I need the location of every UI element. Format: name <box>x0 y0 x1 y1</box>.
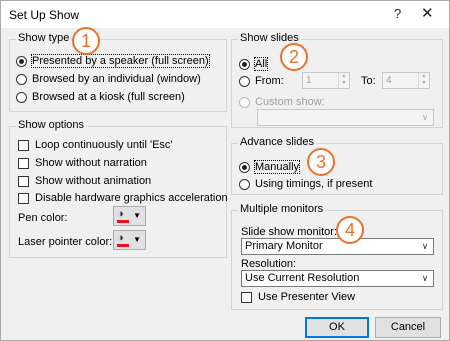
check-without-animation-label: Show without animation <box>35 175 152 188</box>
chevron-down-icon: ▼ <box>133 235 141 244</box>
radio-from-slides-label: From: <box>255 75 284 88</box>
check-loop-continuously-label: Loop continuously until 'Esc' <box>35 139 173 152</box>
check-use-presenter-view-box[interactable] <box>241 291 252 303</box>
radio-manually[interactable]: Manually <box>239 160 301 175</box>
radio-all-slides-label: All <box>253 57 269 72</box>
show-type-label: Show type <box>16 32 72 44</box>
radio-custom-show-label: Custom show: <box>255 96 325 109</box>
check-disable-hw-acceleration-label: Disable hardware graphics acceleration <box>35 192 228 205</box>
chevron-down-icon: ▼ <box>133 211 141 220</box>
close-button[interactable]: ✕ <box>421 4 434 22</box>
paint-bucket-icon: ◑ <box>117 232 124 244</box>
title-bar: Set Up Show ? ✕ <box>1 1 449 28</box>
radio-presented-by-speaker-indicator[interactable] <box>16 55 27 67</box>
check-without-narration-label: Show without narration <box>35 157 147 170</box>
annotation-badge-1: 1 <box>72 27 100 55</box>
radio-manually-label: Manually <box>253 160 301 175</box>
from-slide-value: 1 <box>306 75 312 86</box>
annotation-badge-3: 3 <box>307 148 335 176</box>
resolution-dropdown[interactable]: Use Current Resolution ∨ <box>241 270 434 287</box>
radio-presented-by-speaker[interactable]: Presented by a speaker (full screen) <box>16 54 210 69</box>
set-up-show-dialog: Set Up Show ? ✕ Show type Presented by a… <box>0 0 450 341</box>
radio-browsed-by-individual-label: Browsed by an individual (window) <box>32 73 201 86</box>
check-loop-continuously[interactable]: Loop continuously until 'Esc' <box>18 139 173 151</box>
pen-color-label: Pen color: <box>18 212 68 224</box>
advance-slides-label: Advance slides <box>238 136 316 148</box>
check-disable-hw-acceleration[interactable]: Disable hardware graphics acceleration <box>18 192 228 204</box>
check-without-narration-box[interactable] <box>18 157 29 169</box>
spinner-arrows-icon[interactable]: ▲ ▼ <box>418 73 429 88</box>
radio-all-slides-indicator[interactable] <box>239 58 250 70</box>
radio-browsed-by-individual-indicator[interactable] <box>16 73 27 85</box>
chevron-down-icon: ∨ <box>421 241 429 251</box>
pen-color-button[interactable]: ◑ ▼ <box>113 206 146 226</box>
radio-using-timings-indicator[interactable] <box>239 178 250 190</box>
show-options-label: Show options <box>16 119 87 131</box>
paint-bucket-icon: ◑ <box>117 208 124 220</box>
pen-color-swatch <box>117 220 129 223</box>
check-loop-continuously-box[interactable] <box>18 139 29 151</box>
laser-pointer-color-button[interactable]: ◑ ▼ <box>113 230 146 250</box>
help-button[interactable]: ? <box>394 6 401 21</box>
spinner-arrows-icon[interactable]: ▲ ▼ <box>338 73 349 88</box>
chevron-down-icon: ∨ <box>421 112 429 122</box>
check-disable-hw-acceleration-box[interactable] <box>18 192 29 204</box>
resolution-label: Resolution: <box>241 258 297 270</box>
slide-show-monitor-label: Slide show monitor: <box>241 226 337 238</box>
custom-show-dropdown[interactable]: ∨ <box>257 109 434 126</box>
resolution-value: Use Current Resolution <box>245 272 360 284</box>
to-slide-label: To: <box>361 75 376 87</box>
radio-manually-indicator[interactable] <box>239 161 250 173</box>
check-without-animation[interactable]: Show without animation <box>18 175 151 187</box>
slide-show-monitor-dropdown[interactable]: Primary Monitor ∨ <box>241 238 434 255</box>
check-without-narration[interactable]: Show without narration <box>18 157 147 169</box>
dialog-title: Set Up Show <box>9 8 80 22</box>
radio-all-slides[interactable]: All <box>239 57 269 72</box>
ok-button[interactable]: OK <box>305 317 369 338</box>
from-slide-spinner[interactable]: 1 ▲ ▼ <box>302 72 350 89</box>
radio-using-timings[interactable]: Using timings, if present <box>239 178 372 190</box>
slide-show-monitor-value: Primary Monitor <box>245 240 323 252</box>
to-slide-spinner[interactable]: 4 ▲ ▼ <box>382 72 430 89</box>
chevron-down-icon: ∨ <box>421 273 429 283</box>
radio-from-slides[interactable]: From: <box>239 75 284 87</box>
check-use-presenter-view-label: Use Presenter View <box>258 291 356 304</box>
radio-using-timings-label: Using timings, if present <box>255 178 373 191</box>
laser-pointer-color-label: Laser pointer color: <box>18 236 113 248</box>
annotation-badge-4: 4 <box>336 216 364 244</box>
radio-browsed-at-kiosk-label: Browsed at a kiosk (full screen) <box>32 91 185 104</box>
to-slide-value: 4 <box>386 75 392 86</box>
cancel-button[interactable]: Cancel <box>375 317 441 338</box>
radio-browsed-at-kiosk[interactable]: Browsed at a kiosk (full screen) <box>16 91 185 103</box>
radio-presented-by-speaker-label: Presented by a speaker (full screen) <box>31 54 210 69</box>
multiple-monitors-label: Multiple monitors <box>238 203 326 215</box>
radio-custom-show[interactable]: Custom show: <box>239 96 325 108</box>
check-without-animation-box[interactable] <box>18 175 29 187</box>
radio-from-slides-indicator[interactable] <box>239 75 250 87</box>
annotation-badge-2: 2 <box>280 43 308 71</box>
check-use-presenter-view[interactable]: Use Presenter View <box>241 291 355 303</box>
radio-browsed-by-individual[interactable]: Browsed by an individual (window) <box>16 73 201 85</box>
radio-custom-show-indicator[interactable] <box>239 96 250 108</box>
radio-browsed-at-kiosk-indicator[interactable] <box>16 91 27 103</box>
laser-pointer-color-swatch <box>117 244 129 247</box>
